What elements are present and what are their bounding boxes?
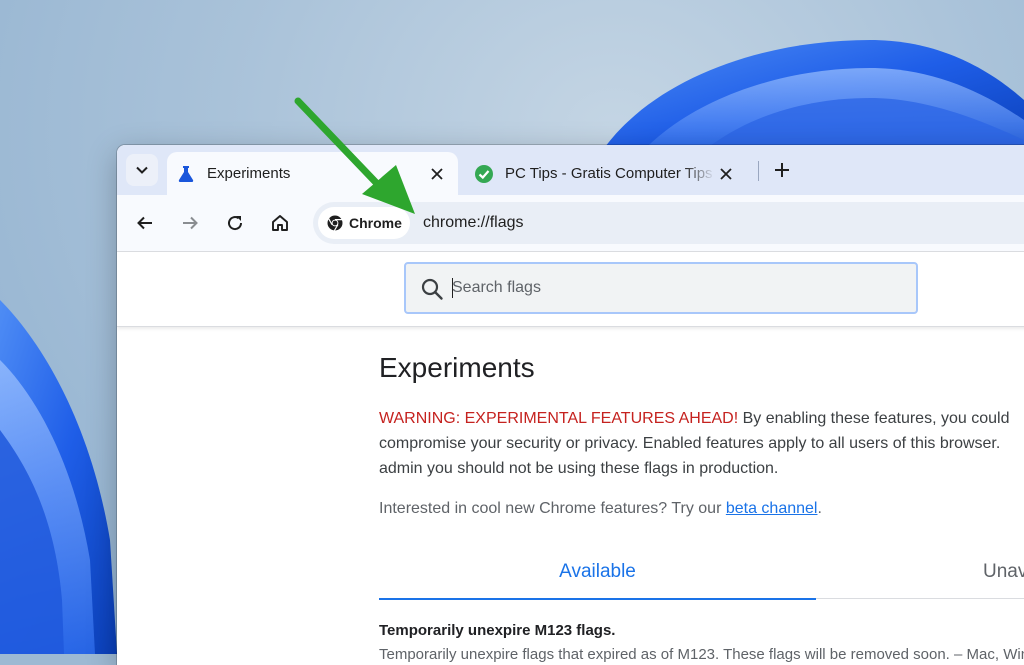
annotation-arrow [294, 97, 415, 214]
